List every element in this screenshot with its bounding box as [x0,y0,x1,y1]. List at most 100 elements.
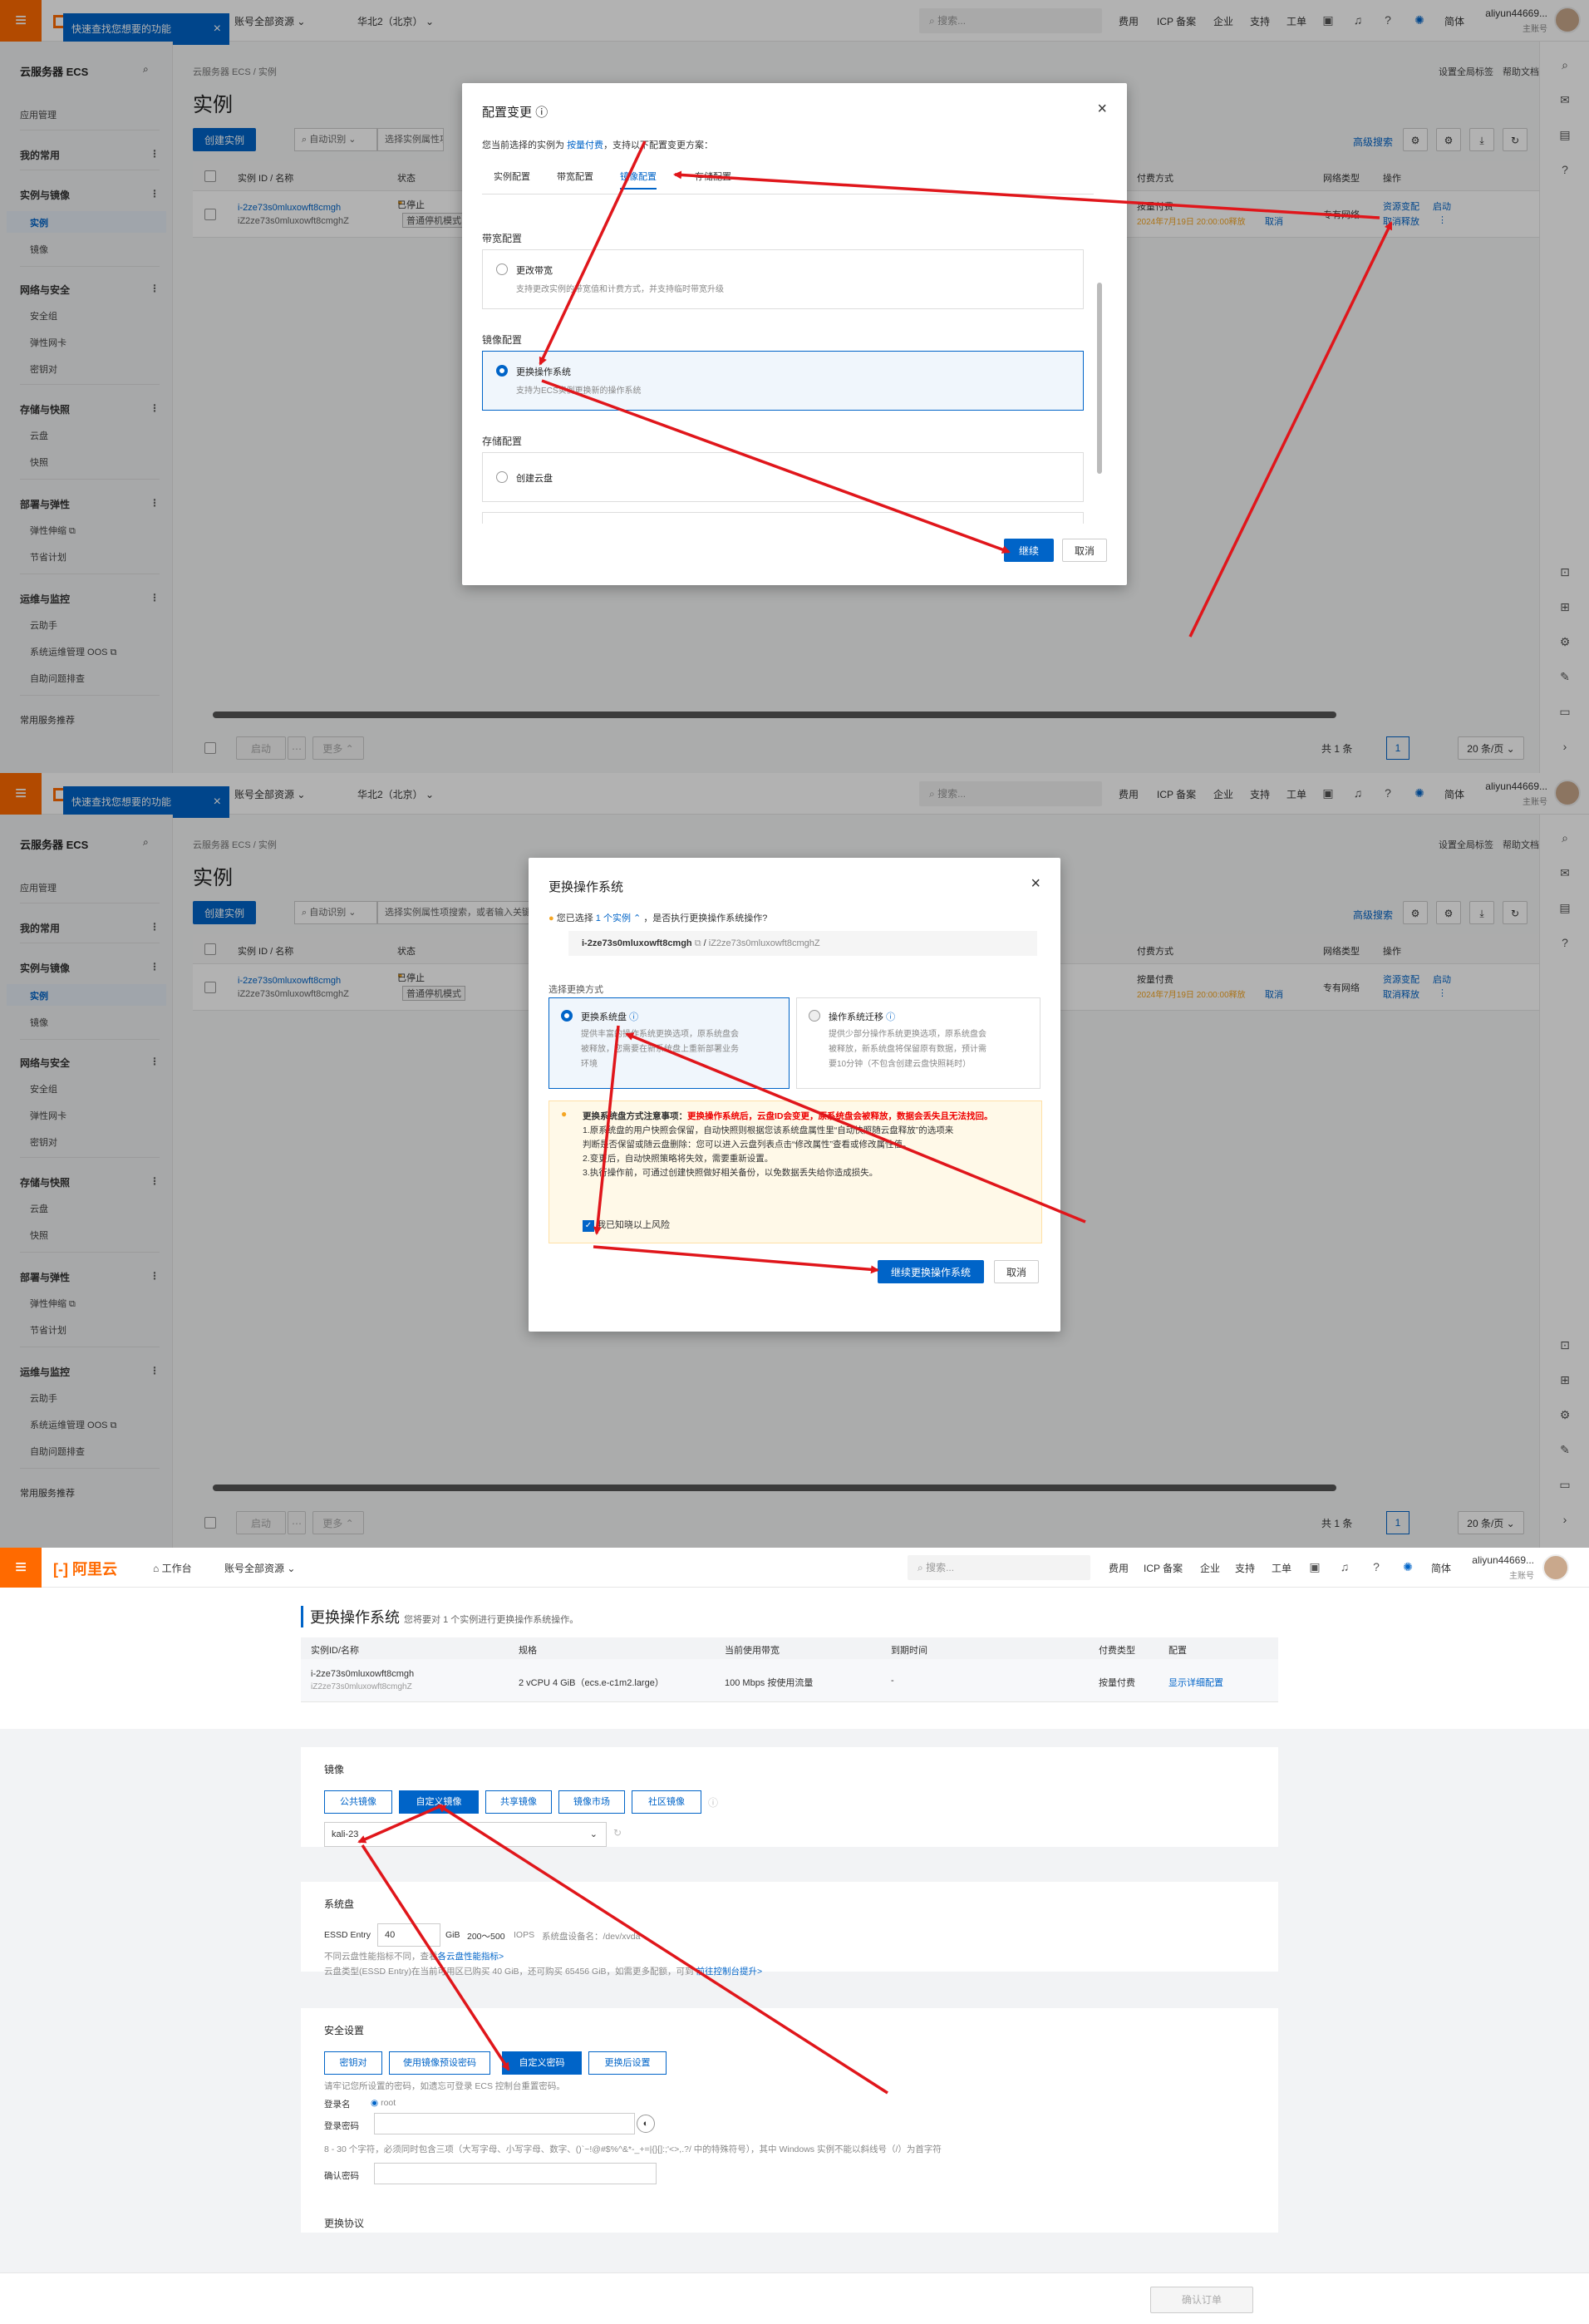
column-header: 当前使用带宽 [725,1646,780,1656]
panel-instances-config-change: ≡ 账号全部资源 ⌄ 华北2（北京） ⌄ ⌕ 搜索... 费用 ICP 备案 企… [0,0,1589,773]
disk-quota-note: 云盘类型(ESSD Entry)在当前可用区已购买 40 GiB，还可购买 65… [324,1967,763,1977]
warning-line: 2.变更后，自动快照策略将失效，需要重新设置。 [583,1154,774,1164]
copy-icon[interactable]: ⧉ [695,938,701,948]
bandwidth-option[interactable]: 更改带宽 支持更改实例的带宽值和计费方式，并支持临时带宽升级 [482,249,1084,309]
change-os-radio[interactable] [496,365,508,377]
pay-type-link[interactable]: 按量付费 [567,140,603,150]
option-description: 环境 [581,1060,598,1069]
change-os-option[interactable]: 更换操作系统 支持为ECS实例更换新的操作系统 [482,351,1084,411]
warning-line: 判断是否保留或随云盘删除：您可以进入云盘列表点击“修改属性”查看或修改属性值。 [583,1140,912,1150]
option-description: 被释放，您需要在新系统盘上重新部署业务 [581,1045,739,1054]
panel-replace-os-page: ≡ [-] 阿里云 ⌂ 工作台 账号全部资源 ⌄ ⌕ 搜索... 费用 ICP … [0,1548,1589,2324]
tab-image-config[interactable]: 镜像配置 [620,170,657,190]
bandwidth: 100 Mbps 按使用流量 [725,1678,814,1688]
option-description: 支持更改实例的带宽值和计费方式，并支持临时带宽升级 [516,285,724,294]
tab-community-image[interactable]: 社区镜像 [632,1790,701,1814]
help-icon[interactable]: ⓘ [708,1795,718,1809]
option-description: 支持为ECS实例更换新的操作系统 [516,387,642,396]
user-account[interactable]: aliyun44669... 主账号 [1468,1554,1534,1581]
cancel-button[interactable]: 取消 [1062,539,1107,562]
selection-summary: ● 您已选择 1 个实例 ⌃ ，是否执行更换操作系统操作? [549,913,768,923]
quota-link[interactable]: 前往控制台提升> [696,1967,762,1977]
ack-checkbox[interactable]: ✓ 我已知晓以上风险 [583,1218,670,1232]
nav-link-ticket[interactable]: 工单 [1272,1561,1291,1575]
nav-link-icp[interactable]: ICP 备案 [1144,1561,1183,1575]
tab-bandwidth-config[interactable]: 带宽配置 [557,170,593,183]
bandwidth-radio[interactable] [496,263,508,275]
modal-scrollbar[interactable] [1097,283,1102,474]
mode-os-migration[interactable]: 操作系统迁移 ⓘ 提供少部分操作系统更换选项，原系统盘会 被释放，新系统盘将保留… [796,997,1040,1089]
help-icon[interactable]: ? [1368,1558,1385,1575]
create-disk-radio[interactable] [496,471,508,483]
workbench-link[interactable]: ⌂ 工作台 [153,1561,192,1575]
cancel-button[interactable]: 取消 [994,1260,1039,1283]
tab-image-password[interactable]: 使用镜像预设密码 [389,2051,490,2075]
close-icon[interactable]: × [1031,874,1040,894]
config-change-modal: 配置变更 ⓘ × 您当前选择的实例为 按量付费，支持以下配置变更方案： 实例配置… [462,83,1127,585]
image-select[interactable]: kali-23 ⌄ [324,1822,607,1847]
mode-replace-disk[interactable]: 更换系统盘 ⓘ 提供丰富的操作系统更换选项，原系统盘会 被释放，您需要在新系统盘… [549,997,790,1089]
image-section-title: 镜像 [324,1764,345,1775]
terminal-icon[interactable]: ▣ [1306,1558,1323,1575]
hamburger-menu-icon[interactable]: ≡ [0,1548,42,1588]
confirm-order-button[interactable]: 确认订单 [1150,2287,1253,2313]
instance-table-header: 实例ID/名称 规格 当前使用带宽 到期时间 付费类型 配置 [301,1637,1278,1659]
more-options [482,512,1084,524]
tab-marketplace-image[interactable]: 镜像市场 [558,1790,625,1814]
continue-change-os-button[interactable]: 继续更换操作系统 [878,1260,984,1283]
next-section-title: 更换协议 [324,2218,365,2229]
nav-link-fees[interactable]: 费用 [1109,1561,1129,1575]
disk-device: 系统盘设备名：/dev/xvda [542,1932,641,1942]
warning-icon: ● [561,1108,568,1120]
replace-disk-radio[interactable] [561,1010,573,1022]
refresh-icon[interactable]: ↻ [613,1827,622,1839]
disk-note: 不同云盘性能指标不同，查看各云盘性能指标> [324,1952,504,1962]
table-row: i-2ze73s0mluxowft8cmgh iZ2ze73s0mluxowft… [301,1659,1278,1702]
disk-section-title: 系统盘 [324,1898,355,1910]
bell-icon[interactable]: ♫ [1336,1558,1353,1575]
migration-radio[interactable] [809,1010,820,1022]
nav-link-enterprise[interactable]: 企业 [1200,1561,1220,1575]
option-description: 要10分钟（不包含创建云盘快照耗时） [829,1060,972,1069]
tab-custom-image[interactable]: 自定义镜像 [399,1790,479,1814]
close-icon[interactable]: × [1097,100,1107,119]
disk-performance-link[interactable]: 各云盘性能指标> [438,1952,504,1962]
option-description: 被释放，新系统盘将保留原有数据，预计需 [829,1045,986,1054]
instance-spec: 2 vCPU 4 GiB（ecs.e-c1m2.large） [519,1678,664,1688]
option-label: 创建云盘 [516,474,553,484]
confirm-password-input[interactable] [374,2163,657,2184]
column-header: 规格 [519,1646,537,1656]
language-switch[interactable]: 简体 [1431,1561,1451,1575]
tab-instance-config[interactable]: 实例配置 [494,170,530,183]
pay-type: 按量付费 [1099,1678,1135,1688]
tab-set-later[interactable]: 更换后设置 [588,2051,667,2075]
security-card: 安全设置 密钥对 使用镜像预设密码 自定义密码 更换后设置 请牢记您所设置的密码… [301,2008,1278,2233]
confirm-password-label: 确认密码 [324,2171,359,2181]
disk-size-input[interactable]: 40 [377,1923,440,1947]
show-config-link[interactable]: 显示详细配置 [1168,1676,1223,1689]
tab-custom-password[interactable]: 自定义密码 [502,2051,582,2075]
account-scope-select[interactable]: 账号全部资源 ⌄ [224,1561,295,1575]
warning-line: 1.原系统盘的用户快照会保留，自动快照则根据您该系统盘属性里“自动快照随云盘释放… [583,1125,954,1135]
password-input[interactable] [374,2113,635,2134]
tab-storage-config[interactable]: 存储配置 [695,170,731,183]
password-strength-icon: ◐ [637,2115,655,2133]
help-icon[interactable]: ⓘ [535,106,548,120]
page-title: 更换操作系统 您将要对 1 个实例进行更换操作系统操作。 [301,1606,578,1627]
tab-public-image[interactable]: 公共镜像 [324,1790,392,1814]
mode-label: 选择更换方式 [549,985,603,995]
user-avatar[interactable] [1542,1554,1569,1581]
image-card: 镜像 公共镜像 自定义镜像 共享镜像 镜像市场 社区镜像 ⓘ kali-23 ⌄ … [301,1747,1278,1847]
assistant-icon[interactable]: ✺ [1400,1558,1416,1575]
aliyun-logo[interactable]: [-] 阿里云 [53,1558,117,1579]
continue-button[interactable]: 继续 [1004,539,1054,562]
nav-link-support[interactable]: 支持 [1235,1561,1255,1575]
selected-count-link[interactable]: 1 个实例 ⌃ [596,913,641,923]
tab-keypair[interactable]: 密钥对 [324,2051,382,2075]
security-section-title: 安全设置 [324,2025,365,2036]
bandwidth-section-title: 带宽配置 [482,233,523,244]
create-disk-option[interactable]: 创建云盘 [482,452,1084,502]
tab-shared-image[interactable]: 共享镜像 [485,1790,552,1814]
global-search-input[interactable]: ⌕ 搜索... [908,1555,1090,1580]
password-label: 登录密码 [324,2121,359,2131]
